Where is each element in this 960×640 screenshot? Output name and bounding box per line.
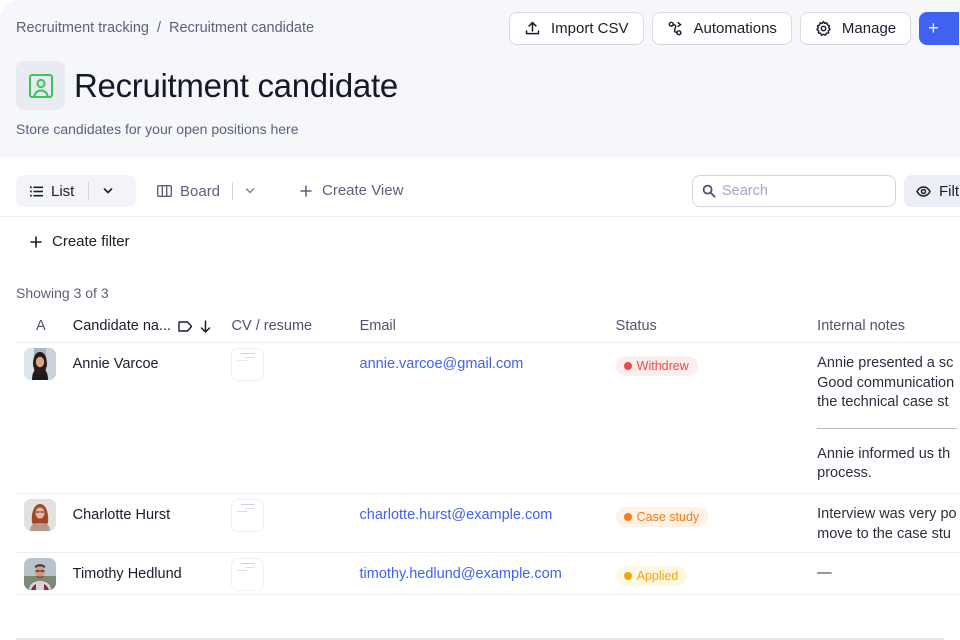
candidate-email[interactable]: timothy.hedlund@example.com [360,553,616,594]
upload-icon [525,21,540,35]
search-box[interactable] [692,175,896,207]
title-row: Recruitment candidate [16,61,398,110]
avatar [24,348,56,380]
breadcrumb-item-recruitment-tracking[interactable]: Recruitment tracking [16,20,149,36]
create-filter-label: Create filter [52,233,130,250]
search-icon [702,184,716,198]
table-row[interactable]: Timothy Hedlund timothy.hedlund@example.… [16,553,960,595]
view-board-label: Board [180,182,221,200]
avatar [24,558,56,590]
table-row[interactable]: Charlotte Hurst charlotte.hurst@example.… [16,494,960,553]
import-csv-button[interactable]: Import CSV [509,12,644,45]
internal-notes[interactable]: — [817,553,960,594]
import-csv-label: Import CSV [551,20,629,37]
status-dot [623,513,632,521]
table-header: A Candidate na... CV / resume Email Stat… [16,310,960,343]
breadcrumb: Recruitment tracking / Recruitment candi… [16,20,314,36]
create-view-label: Create View [322,182,404,199]
automations-label: Automations [693,20,777,37]
status-badge[interactable]: Withdrew [615,356,698,376]
note-line: process. [817,465,872,481]
view-tab-board[interactable]: Board [157,182,255,200]
create-filter-button[interactable]: Create filter [30,233,130,250]
column-header-status[interactable]: Status [616,318,818,334]
chevron-down-icon[interactable] [103,188,113,194]
column-header-email[interactable]: Email [360,318,616,334]
column-header-cv[interactable]: CV / resume [232,318,360,334]
breadcrumb-item-recruitment-candidate[interactable]: Recruitment candidate [169,20,314,36]
note-line: move to the case stu [817,525,951,542]
automations-button[interactable]: Automations [651,12,792,45]
manage-label: Manage [841,20,897,37]
internal-notes[interactable]: Interview was very po move to the case s… [817,494,960,552]
divider [88,182,90,200]
chevron-down-icon[interactable] [245,188,255,194]
filter-label: Filt [939,182,959,200]
status-badge[interactable]: Case study [615,507,709,527]
view-list-label: List [51,182,75,200]
cv-thumbnail[interactable] [231,499,265,532]
status-dot [623,572,632,580]
column-header-notes[interactable]: Internal notes [817,318,960,334]
page-subtitle: Store candidates for your open positions… [16,121,299,137]
page-icon-container[interactable] [16,61,65,110]
add-record-button[interactable]: + [919,12,960,45]
page-header: Recruitment tracking / Recruitment candi… [0,0,960,158]
gear-icon [816,20,831,36]
candidate-email[interactable]: charlotte.hurst@example.com [360,494,616,552]
manage-button[interactable]: Manage [799,12,912,45]
plus-icon: + [928,18,939,38]
column-header-label: Candidate na... [72,318,172,334]
list-icon [30,186,43,196]
plus-icon [300,184,312,197]
note-line: Good communication [817,374,955,391]
view-tab-list[interactable]: List [16,175,136,207]
note-line: Interview was very po [817,506,957,522]
top-actions: Import CSV Automations Manage + [509,12,960,45]
plus-icon [30,235,42,248]
column-header-a[interactable]: A [16,318,73,334]
candidate-name[interactable]: Charlotte Hurst [73,494,232,552]
sort-descending-icon[interactable] [200,319,211,333]
board-columns-icon [157,185,172,197]
cv-thumbnail[interactable] [231,348,265,381]
create-view-button[interactable]: Create View [300,182,403,199]
breadcrumb-separator: / [156,20,161,36]
status-label: Case study [636,510,700,524]
cv-thumbnail[interactable] [231,558,265,591]
note-divider [817,427,958,429]
automation-icon [668,21,682,36]
candidates-table: A Candidate na... CV / resume Email Stat… [16,310,960,595]
contact-card-icon [28,73,53,98]
avatar [24,499,56,531]
divider [232,182,234,200]
table-row[interactable]: Annie Varcoe annie.varcoe@gmail.com With… [16,343,960,494]
eye-icon [916,185,931,197]
view-bar: List Board Create View Filt [0,158,960,217]
candidate-name[interactable]: Timothy Hedlund [73,553,232,594]
note-line: Annie informed us th [817,445,951,462]
candidate-email[interactable]: annie.varcoe@gmail.com [360,343,616,493]
status-label: Applied [636,569,679,583]
candidate-name[interactable]: Annie Varcoe [73,343,232,493]
status-badge[interactable]: Applied [615,566,688,586]
column-header-candidate-name[interactable]: Candidate na... [73,318,232,334]
note-line: Annie presented a sc [817,355,954,371]
note-line: the technical case st [817,394,949,410]
record-count: Showing 3 of 3 [16,285,109,301]
page-title: Recruitment candidate [74,66,398,104]
filter-button[interactable]: Filt [904,175,960,207]
search-input[interactable] [722,183,882,199]
status-dot [623,362,632,370]
status-label: Withdrew [636,359,689,373]
note-line: — [817,565,832,581]
primary-field-icon [178,320,193,332]
internal-notes[interactable]: Annie presented a sc Good communication … [817,343,960,493]
